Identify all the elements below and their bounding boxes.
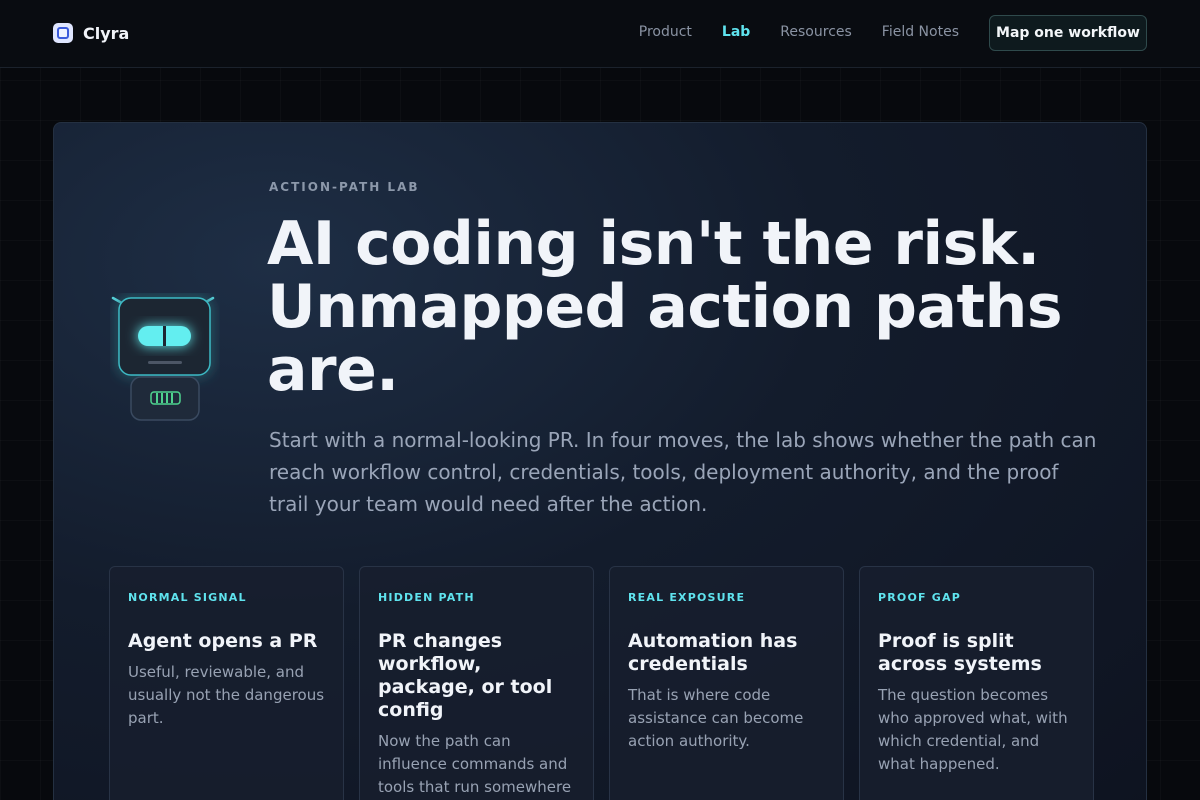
nav-link-field-notes[interactable]: Field Notes [882, 24, 959, 40]
brand[interactable]: Clyra [53, 23, 129, 43]
card-body: Now the path can influence commands and … [378, 732, 572, 796]
card-body: Useful, reviewable, and usually not the … [128, 663, 325, 727]
hero-eyebrow: ACTION-PATH LAB [269, 180, 420, 194]
card-proof-gap: PROOF GAP Proof is split across systems … [859, 566, 1094, 800]
card-tag: PROOF GAP [878, 591, 961, 604]
card-title: Proof is split across systems [878, 630, 1042, 675]
card-hidden-path: HIDDEN PATH PR changes workflow, package… [359, 566, 594, 800]
card-real-exposure: REAL EXPOSURE Automation has credentials… [609, 566, 844, 800]
card-title: Automation has credentials [628, 630, 798, 675]
step-cards: NORMAL SIGNAL Agent opens a PR Useful, r… [109, 566, 1094, 800]
card-tag: HIDDEN PATH [378, 591, 475, 604]
nav-link-product[interactable]: Product [639, 24, 692, 40]
card-body: That is where code assistance can become… [628, 686, 804, 750]
card-title: Agent opens a PR [128, 630, 318, 652]
clyra-logo-icon [53, 23, 73, 43]
robot-mascot-icon [111, 296, 215, 421]
hero-headline: AI coding isn't the risk. Unmapped actio… [267, 209, 1063, 405]
card-normal-signal: NORMAL SIGNAL Agent opens a PR Useful, r… [109, 566, 344, 800]
brand-name: Clyra [83, 23, 130, 43]
card-tag: REAL EXPOSURE [628, 591, 746, 604]
hero-panel: ACTION-PATH LAB AI coding isn't the risk… [53, 122, 1147, 800]
nav-link-lab[interactable]: Lab [722, 24, 750, 40]
nav-link-resources[interactable]: Resources [780, 24, 852, 40]
hero-lede: Start with a normal-looking PR. In four … [269, 428, 1097, 516]
nav-links: Product Lab Resources Field Notes [639, 24, 959, 40]
card-tag: NORMAL SIGNAL [128, 591, 247, 604]
card-body: The question becomes who approved what, … [878, 686, 1068, 773]
top-nav: Clyra Product Lab Resources Field Notes … [0, 0, 1200, 68]
card-title: PR changes workflow, package, or tool co… [378, 630, 553, 721]
map-workflow-button[interactable]: Map one workflow [989, 15, 1147, 51]
